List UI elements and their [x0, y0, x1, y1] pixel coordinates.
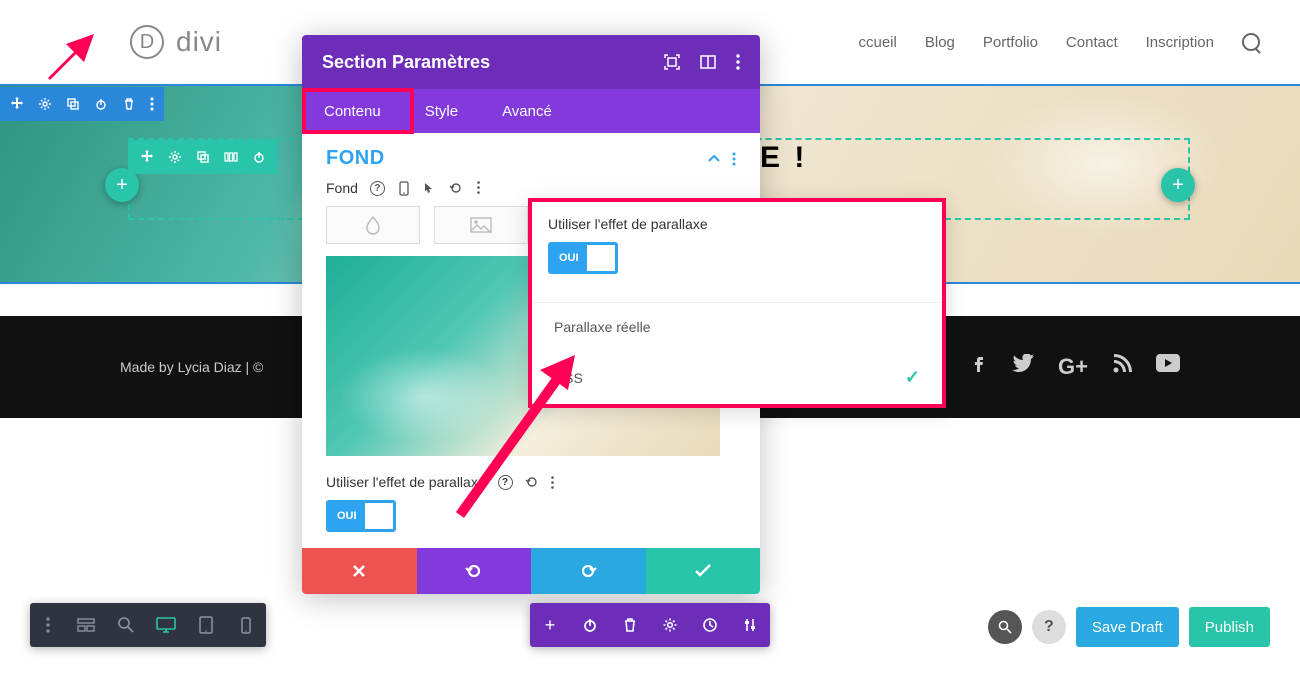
more-icon[interactable]: [736, 54, 740, 70]
gear-icon[interactable]: [168, 150, 182, 164]
check-icon: ✓: [905, 367, 920, 388]
bg-tab-color[interactable]: [326, 206, 420, 244]
modal-header[interactable]: Section Paramètres: [302, 35, 760, 89]
row-toolbar: [128, 140, 278, 174]
modal-footer: [302, 548, 760, 594]
publish-button[interactable]: Publish: [1189, 607, 1270, 647]
nav-link-inscription[interactable]: Inscription: [1146, 34, 1214, 51]
builder-left-dock: [30, 603, 266, 647]
redo-button[interactable]: [531, 548, 646, 594]
parallax-method-popover: Utiliser l'effet de parallaxe OUI Parall…: [528, 198, 946, 408]
dock-history-icon[interactable]: [690, 603, 730, 647]
expand-icon[interactable]: [664, 54, 680, 70]
more-icon[interactable]: [150, 97, 154, 111]
modal-tabs: Contenu Style Avancé: [302, 89, 760, 133]
option-parallax-css[interactable]: CSS ✓: [532, 351, 942, 404]
dock-zoom-icon[interactable]: [106, 603, 146, 647]
hover-icon[interactable]: [423, 181, 435, 196]
dock-search-icon[interactable]: [988, 610, 1022, 644]
toggle-knob: [365, 503, 393, 529]
save-draft-button[interactable]: Save Draft: [1076, 607, 1179, 647]
reset-icon[interactable]: [525, 475, 539, 489]
popover-label: Utiliser l'effet de parallaxe: [548, 216, 926, 232]
builder-right-dock: ? Save Draft Publish: [988, 607, 1270, 647]
toggle-on-label: OUI: [329, 503, 365, 529]
builder-center-dock: +: [530, 603, 770, 647]
phone-icon[interactable]: [399, 181, 409, 196]
nav-links: ccueil Blog Portfolio Contact Inscriptio…: [859, 33, 1261, 51]
dock-desktop-icon[interactable]: [146, 603, 186, 647]
footer-credit: Made by Lycia Diaz | ©: [120, 359, 263, 375]
help-icon[interactable]: ?: [370, 181, 385, 196]
bg-label: Fond: [326, 180, 358, 196]
dock-phone-icon[interactable]: [226, 603, 266, 647]
parallax-toggle[interactable]: OUI: [326, 500, 396, 532]
accordion-title-fond[interactable]: FOND: [326, 147, 385, 170]
power-icon[interactable]: [252, 150, 266, 164]
cancel-button[interactable]: [302, 548, 417, 594]
tab-content[interactable]: Contenu: [302, 89, 403, 133]
dock-sliders-icon[interactable]: [730, 603, 770, 647]
annotation-arrow-top: [40, 30, 96, 86]
nav-link-portfolio[interactable]: Portfolio: [983, 34, 1038, 51]
tab-advanced[interactable]: Avancé: [480, 89, 574, 133]
rss-icon[interactable]: [1112, 354, 1132, 380]
option-parallax-real[interactable]: Parallaxe réelle: [532, 303, 942, 351]
search-icon[interactable]: [1242, 33, 1260, 51]
tab-style[interactable]: Style: [403, 89, 480, 133]
bg-tab-image[interactable]: [434, 206, 528, 244]
nav-link-accueil[interactable]: ccueil: [859, 34, 897, 51]
modal-title: Section Paramètres: [322, 52, 490, 73]
add-row-right[interactable]: +: [1161, 168, 1195, 202]
logo-text: divi: [176, 26, 222, 58]
reset-icon[interactable]: [449, 181, 463, 196]
nav-link-contact[interactable]: Contact: [1066, 34, 1118, 51]
dock-help-icon[interactable]: ?: [1032, 610, 1066, 644]
power-icon[interactable]: [94, 97, 108, 111]
logo-icon: D: [130, 25, 164, 59]
nav-link-blog[interactable]: Blog: [925, 34, 955, 51]
dock-add-icon[interactable]: +: [530, 603, 570, 647]
dock-tablet-icon[interactable]: [186, 603, 226, 647]
save-button[interactable]: [646, 548, 761, 594]
popover-parallax-toggle[interactable]: OUI: [548, 242, 618, 274]
googleplus-icon[interactable]: G+: [1058, 354, 1088, 380]
option-css-label: CSS: [554, 370, 583, 386]
dock-wireframe-icon[interactable]: [66, 603, 106, 647]
facebook-icon[interactable]: [968, 354, 988, 380]
move-icon[interactable]: [140, 150, 154, 164]
logo: D divi: [130, 25, 222, 59]
toggle-knob: [587, 245, 615, 271]
move-icon[interactable]: [10, 97, 24, 111]
more-icon[interactable]: [732, 152, 736, 166]
footer-socials: G+: [968, 354, 1180, 380]
duplicate-icon[interactable]: [66, 97, 80, 111]
dock-trash-icon[interactable]: [610, 603, 650, 647]
dock-power-icon[interactable]: [570, 603, 610, 647]
columns-icon[interactable]: [224, 150, 238, 164]
toggle-on-label: OUI: [551, 245, 587, 271]
gear-icon[interactable]: [38, 97, 52, 111]
section-toolbar: [0, 87, 164, 121]
trash-icon[interactable]: [122, 97, 136, 111]
more-icon[interactable]: [551, 476, 554, 489]
snap-icon[interactable]: [700, 54, 716, 70]
more-icon[interactable]: [477, 181, 480, 196]
undo-button[interactable]: [417, 548, 532, 594]
youtube-icon[interactable]: [1156, 354, 1180, 380]
collapse-icon[interactable]: [708, 155, 720, 163]
hero-text-fragment: E !: [760, 141, 807, 175]
dock-more-icon[interactable]: [30, 603, 66, 647]
dock-gear-icon[interactable]: [650, 603, 690, 647]
twitter-icon[interactable]: [1012, 354, 1034, 380]
help-icon[interactable]: ?: [498, 475, 513, 490]
duplicate-icon[interactable]: [196, 150, 210, 164]
parallax-label: Utiliser l'effet de parallaxe: [326, 474, 486, 490]
